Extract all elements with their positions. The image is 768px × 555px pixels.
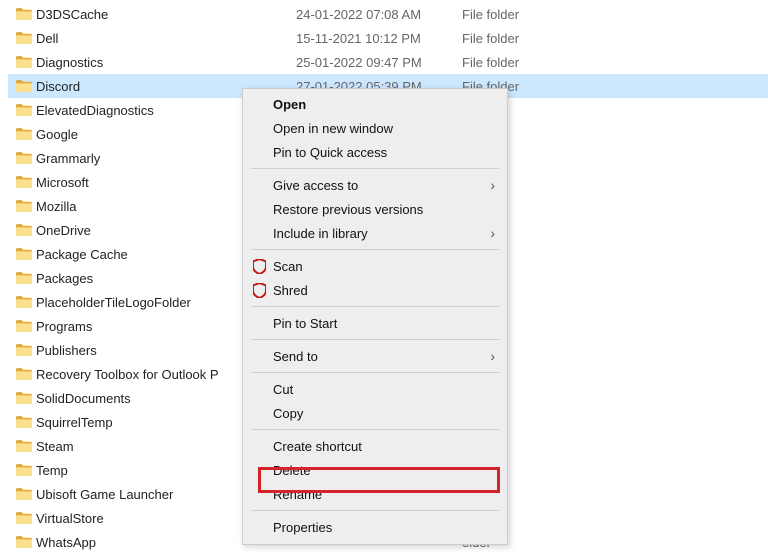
chevron-right-icon: › — [490, 348, 495, 364]
file-row[interactable]: Dell15-11-2021 10:12 PMFile folder — [8, 26, 768, 50]
folder-icon — [8, 224, 36, 236]
folder-icon — [8, 200, 36, 212]
folder-icon — [8, 344, 36, 356]
folder-icon — [8, 32, 36, 44]
chevron-right-icon: › — [490, 177, 495, 193]
file-date: 25-01-2022 09:47 PM — [296, 55, 462, 70]
folder-icon — [8, 320, 36, 332]
separator — [251, 249, 499, 250]
context-restore-previous-versions[interactable]: Restore previous versions — [245, 197, 505, 221]
context-open[interactable]: Open — [245, 92, 505, 116]
folder-icon — [8, 296, 36, 308]
context-pin-to-start[interactable]: Pin to Start — [245, 311, 505, 335]
context-menu: Open Open in new window Pin to Quick acc… — [242, 88, 508, 545]
separator — [251, 339, 499, 340]
context-cut[interactable]: Cut — [245, 377, 505, 401]
folder-icon — [8, 272, 36, 284]
separator — [251, 306, 499, 307]
separator — [251, 429, 499, 430]
folder-icon — [8, 8, 36, 20]
context-create-shortcut[interactable]: Create shortcut — [245, 434, 505, 458]
folder-icon — [8, 104, 36, 116]
file-name: D3DSCache — [36, 7, 296, 22]
folder-icon — [8, 488, 36, 500]
context-include-in-library[interactable]: Include in library› — [245, 221, 505, 245]
context-copy[interactable]: Copy — [245, 401, 505, 425]
file-row[interactable]: Diagnostics25-01-2022 09:47 PMFile folde… — [8, 50, 768, 74]
file-date: 24-01-2022 07:08 AM — [296, 7, 462, 22]
separator — [251, 510, 499, 511]
folder-icon — [8, 416, 36, 428]
folder-icon — [8, 392, 36, 404]
context-properties[interactable]: Properties — [245, 515, 505, 539]
context-delete[interactable]: Delete — [245, 458, 505, 482]
folder-icon — [8, 128, 36, 140]
context-send-to[interactable]: Send to› — [245, 344, 505, 368]
file-type: File folder — [462, 7, 582, 22]
chevron-right-icon: › — [490, 225, 495, 241]
folder-icon — [8, 536, 36, 548]
file-type: File folder — [462, 31, 582, 46]
context-mcafee-shred[interactable]: Shred — [245, 278, 505, 302]
separator — [251, 372, 499, 373]
file-row[interactable]: D3DSCache24-01-2022 07:08 AMFile folder — [8, 2, 768, 26]
mcafee-shield-icon — [251, 258, 267, 274]
folder-icon — [8, 440, 36, 452]
folder-icon — [8, 152, 36, 164]
folder-icon — [8, 464, 36, 476]
context-give-access-to[interactable]: Give access to› — [245, 173, 505, 197]
folder-icon — [8, 80, 36, 92]
folder-icon — [8, 512, 36, 524]
mcafee-shield-icon — [251, 282, 267, 298]
file-name: Dell — [36, 31, 296, 46]
folder-icon — [8, 248, 36, 260]
context-rename[interactable]: Rename — [245, 482, 505, 506]
context-pin-quick-access[interactable]: Pin to Quick access — [245, 140, 505, 164]
file-type: File folder — [462, 55, 582, 70]
separator — [251, 168, 499, 169]
folder-icon — [8, 368, 36, 380]
file-name: Diagnostics — [36, 55, 296, 70]
context-mcafee-scan[interactable]: Scan — [245, 254, 505, 278]
folder-icon — [8, 176, 36, 188]
folder-icon — [8, 56, 36, 68]
context-open-new-window[interactable]: Open in new window — [245, 116, 505, 140]
file-date: 15-11-2021 10:12 PM — [296, 31, 462, 46]
